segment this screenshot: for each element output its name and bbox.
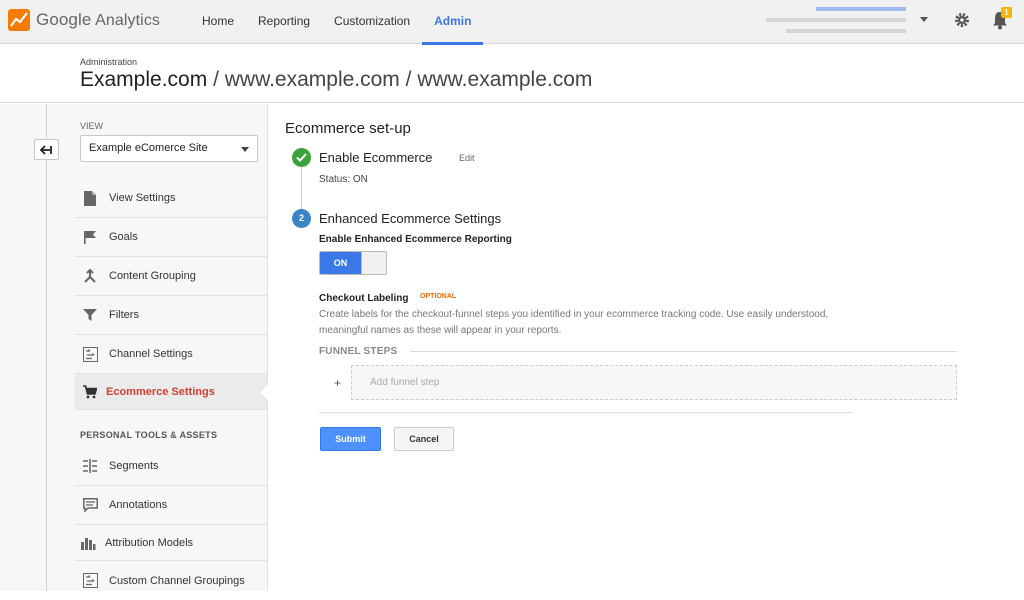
funnel-steps-label: FUNNEL STEPS: [319, 346, 398, 357]
account-email-blurred: [816, 7, 906, 11]
section-label: Administration: [80, 57, 138, 67]
top-bar: Google Analytics Home Reporting Customiz…: [0, 0, 1024, 45]
view-selected-value: Example eComerce Site: [89, 142, 208, 154]
brand-analytics: Analytics: [95, 12, 161, 29]
annotation-icon: [82, 497, 98, 513]
submit-button[interactable]: Submit: [320, 427, 381, 451]
step-number-badge: 2: [292, 209, 311, 228]
google-analytics-logo[interactable]: Google Analytics: [8, 9, 160, 31]
sidebar-item-label: Content Grouping: [109, 270, 196, 282]
gear-icon[interactable]: [953, 11, 971, 29]
page-header: Administration Example.com / www.example…: [0, 45, 1024, 103]
chevron-down-icon[interactable]: [920, 17, 928, 22]
sidebar-item-channel-settings[interactable]: Channel Settings: [75, 335, 267, 374]
personal-tools-label: PERSONAL TOOLS & ASSETS: [80, 430, 218, 440]
divider: [319, 412, 852, 413]
notification-badge: 1: [1001, 7, 1012, 18]
enhanced-reporting-toggle[interactable]: ON: [319, 251, 387, 275]
sidebar-item-label: Filters: [109, 309, 139, 321]
analytics-logo-icon: [8, 9, 30, 31]
back-arrow-icon: [40, 144, 52, 155]
checkout-labeling-label: Checkout Labeling: [319, 293, 409, 304]
brand-google: Google: [36, 10, 92, 29]
account-switcher[interactable]: [756, 5, 906, 37]
status-text: Status: ON: [319, 174, 368, 185]
enhanced-reporting-label: Enable Enhanced Ecommerce Reporting: [319, 234, 512, 245]
sidebar-item-attribution-models[interactable]: Attribution Models: [75, 525, 267, 561]
breadcrumb: Example.com / www.example.com / www.exam…: [80, 68, 592, 92]
sidebar-item-label: Segments: [109, 460, 159, 472]
back-button[interactable]: [34, 139, 59, 160]
sidebar-item-label: Channel Settings: [109, 348, 193, 360]
toggle-on-label: ON: [320, 252, 361, 274]
step-enhanced-ecommerce-title: Enhanced Ecommerce Settings: [319, 211, 502, 226]
breadcrumb-account[interactable]: Example.com: [80, 68, 207, 91]
account-view-blurred: [786, 29, 906, 33]
cart-icon: [82, 384, 98, 400]
page-title: Ecommerce set-up: [285, 120, 411, 137]
breadcrumb-separator: /: [213, 68, 219, 91]
divider: [410, 351, 957, 352]
bar-chart-icon: [80, 535, 96, 551]
breadcrumb-property[interactable]: www.example.com: [225, 68, 400, 91]
nav-customization[interactable]: Customization: [322, 0, 422, 44]
sidebar-item-annotations[interactable]: Annotations: [75, 486, 267, 525]
chevron-down-icon: [241, 147, 249, 152]
checkout-description: Create labels for the checkout-funnel st…: [319, 309, 829, 336]
edit-link[interactable]: Edit: [459, 153, 475, 163]
add-funnel-step-input[interactable]: Add funnel step: [351, 365, 957, 400]
view-select[interactable]: Example eComerce Site: [80, 135, 258, 162]
main-nav: Home Reporting Customization Admin: [190, 0, 484, 45]
view-label: VIEW: [80, 121, 104, 131]
channel-icon: [82, 346, 98, 362]
document-icon: [82, 190, 98, 206]
step-enable-ecommerce-title: Enable Ecommerce: [319, 150, 433, 165]
sidebar-item-label: Goals: [109, 231, 138, 243]
nav-home[interactable]: Home: [190, 0, 246, 44]
sidebar-item-label: View Settings: [109, 192, 176, 204]
sidebar-item-goals[interactable]: Goals: [75, 218, 267, 257]
sidebar-item-label: Custom Channel Groupings: [109, 574, 245, 587]
step-connector: [301, 167, 302, 211]
plus-icon[interactable]: +: [334, 376, 341, 390]
check-circle-icon: [292, 148, 311, 167]
sidebar-item-label: Attribution Models: [105, 536, 194, 549]
flag-icon: [82, 229, 98, 245]
channel-icon: [82, 573, 98, 589]
nav-reporting[interactable]: Reporting: [246, 0, 322, 44]
account-name-blurred: [766, 18, 906, 22]
sidebar-item-content-grouping[interactable]: Content Grouping: [75, 257, 267, 296]
sidebar-item-ecommerce-settings[interactable]: Ecommerce Settings: [75, 374, 267, 410]
sidebar-divider: [46, 104, 47, 591]
segments-icon: [82, 458, 98, 474]
nav-admin[interactable]: Admin: [422, 0, 484, 45]
grouping-icon: [82, 268, 98, 284]
cancel-button[interactable]: Cancel: [394, 427, 454, 451]
sidebar-item-label: Annotations: [109, 499, 168, 511]
breadcrumb-separator: /: [405, 68, 412, 91]
optional-tag: OPTIONAL: [420, 293, 457, 300]
filter-icon: [82, 307, 98, 323]
sidebar-item-custom-channel-groupings[interactable]: Custom Channel Groupings: [75, 561, 267, 600]
breadcrumb-view[interactable]: www.example.com: [417, 68, 592, 91]
sidebar-item-label: Ecommerce Settings: [106, 385, 215, 398]
sidebar-item-segments[interactable]: Segments: [75, 447, 267, 486]
sidebar-item-view-settings[interactable]: View Settings: [75, 179, 267, 218]
toggle-knob: [361, 252, 386, 274]
sidebar-item-filters[interactable]: Filters: [75, 296, 267, 335]
